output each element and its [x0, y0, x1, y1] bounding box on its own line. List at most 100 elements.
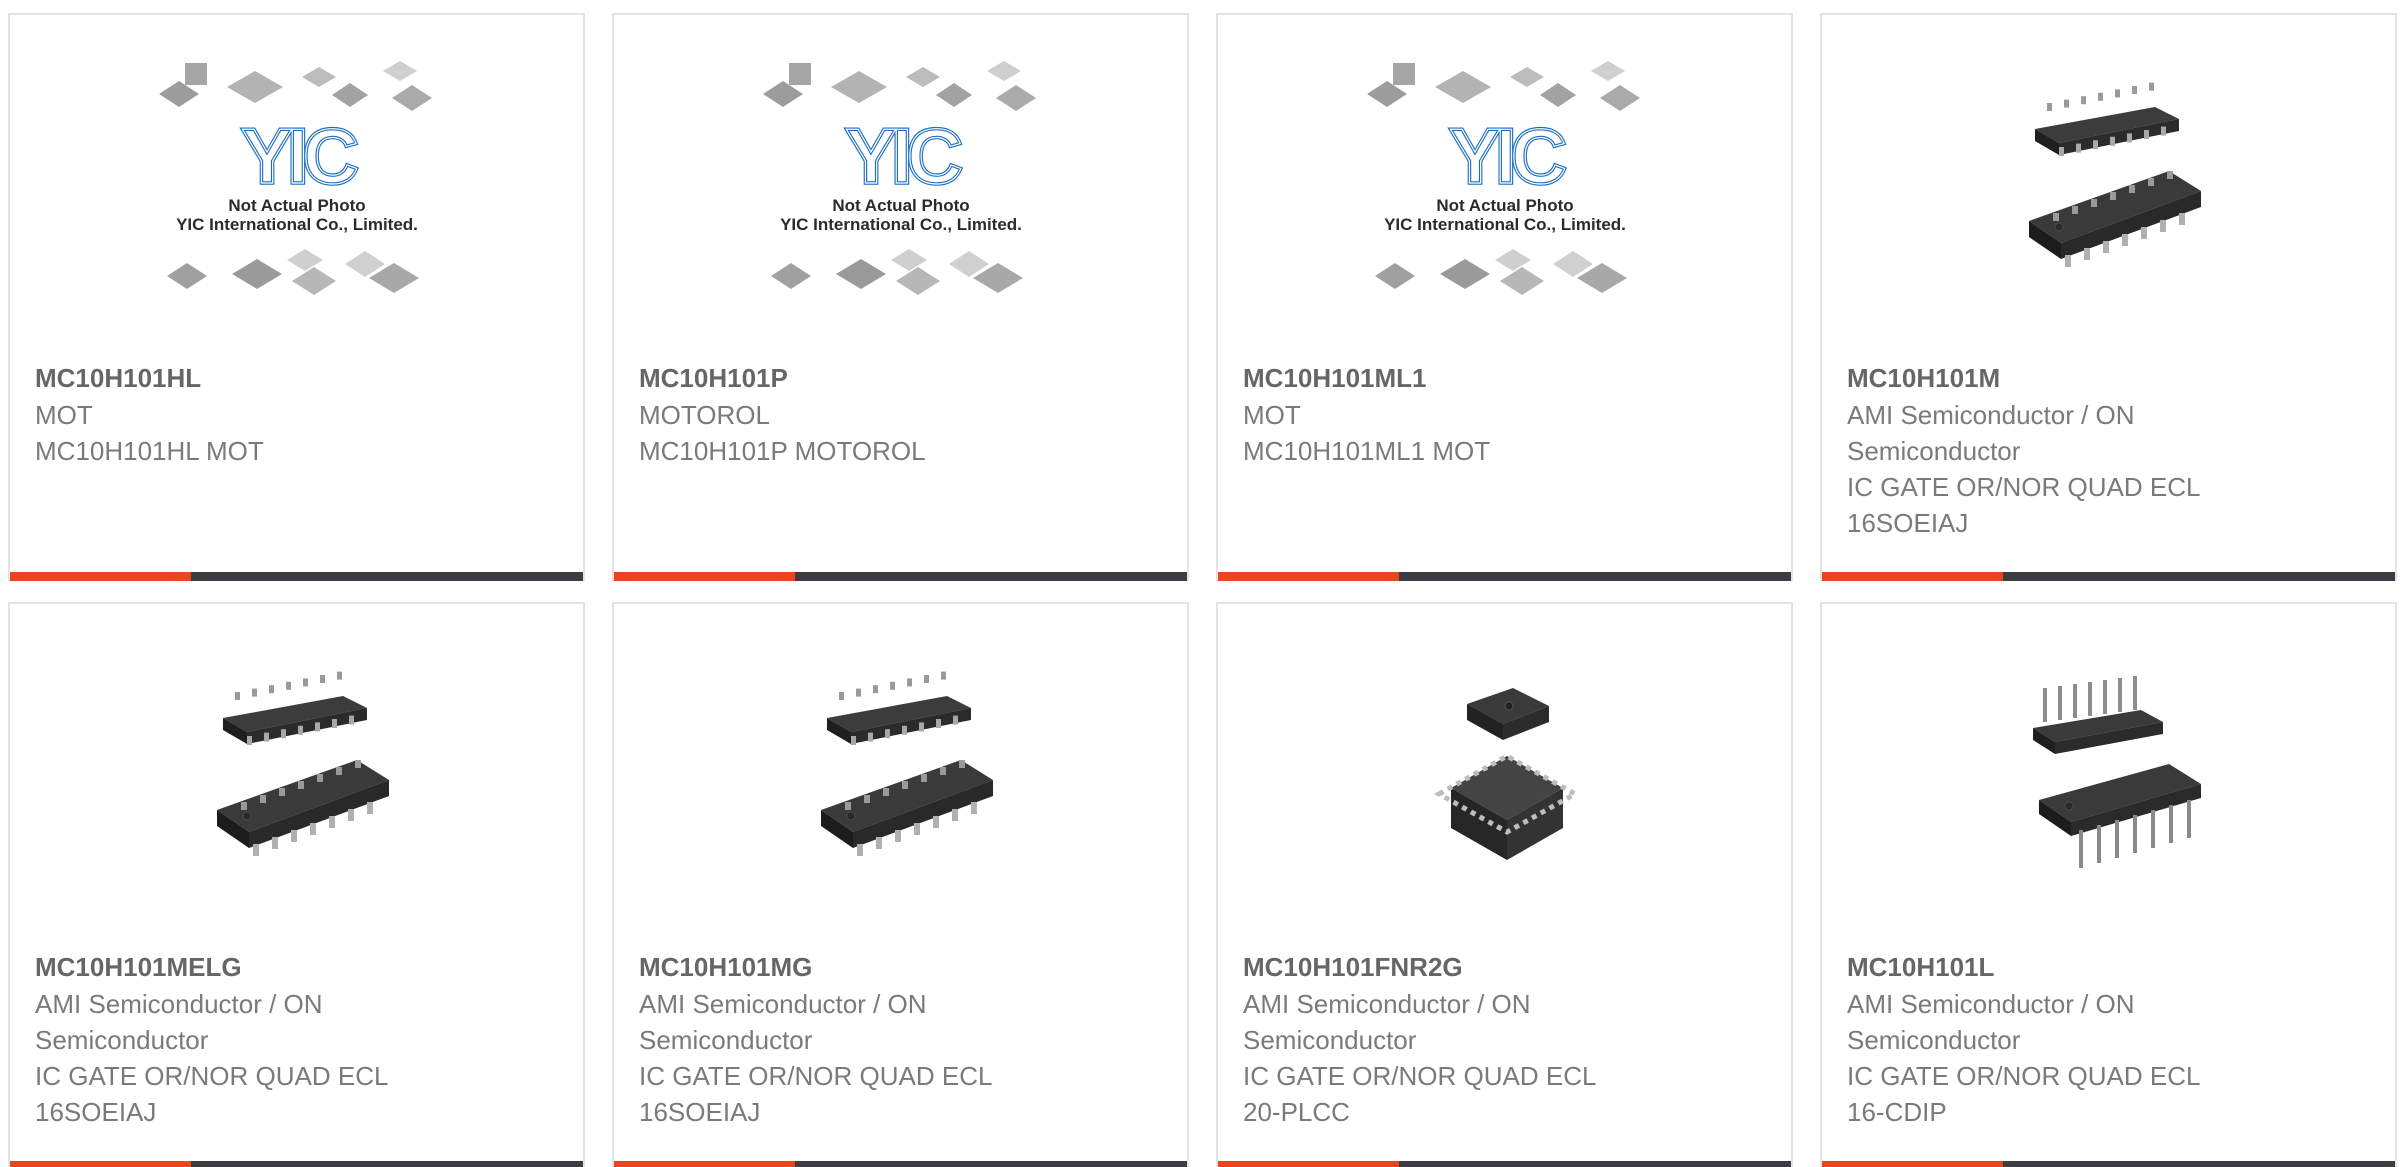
accent-bar-orange	[10, 1161, 191, 1167]
description-text: IC GATE OR/NOR QUAD ECL	[1847, 472, 2201, 502]
product-card[interactable]: MC10H101MELG AMI Semiconductor / ON Semico…	[8, 602, 585, 1167]
part-number-link[interactable]: MC10H101M	[1847, 359, 2375, 397]
description-text: IC GATE OR/NOR QUAD ECL	[35, 1061, 389, 1091]
description-text: 16SOEIAJ	[35, 1097, 157, 1127]
product-image[interactable]	[1218, 670, 1791, 940]
accent-bar-orange	[1218, 1161, 1399, 1167]
accent-bar-dark	[191, 572, 583, 581]
manufacturer-text: AMI Semiconductor / ON	[639, 989, 927, 1019]
accent-bar-orange	[10, 572, 191, 581]
description-text: MC10H101P MOTOROL	[639, 436, 926, 466]
accent-bar-orange	[1822, 1161, 2003, 1167]
part-number-link[interactable]: MC10H101HL	[35, 359, 563, 397]
product-image[interactable]	[1822, 81, 2395, 351]
description-text: IC GATE OR/NOR QUAD ECL	[639, 1061, 993, 1091]
card-accent-bar	[1822, 572, 2395, 581]
description-text: 16SOEIAJ	[1847, 508, 1969, 538]
description-text: Semiconductor	[1243, 1025, 1417, 1055]
manufacturer-text: MOTOROL	[639, 400, 770, 430]
product-image-placeholder[interactable]: YIC YIC Not Actual Photo YIC International …	[1218, 53, 1791, 323]
part-number-link[interactable]: MC10H101MG	[639, 948, 1167, 986]
description-text: Semiconductor	[1847, 1025, 2021, 1055]
card-accent-bar	[10, 1161, 583, 1167]
svg-text:YIC: YIC	[844, 112, 961, 200]
description-text: MC10H101HL MOT	[35, 436, 264, 466]
product-info: MC10H101FNR2G AMI Semiconductor / ON Semic…	[1243, 948, 1771, 1130]
accent-bar-orange	[1218, 572, 1399, 581]
accent-bar-dark	[191, 1161, 583, 1167]
product-card[interactable]: MC10H101M AMI Semiconductor / ON Semicondu…	[1820, 13, 2397, 581]
description-text: 16SOEIAJ	[639, 1097, 761, 1127]
svg-text:YIC International Co., Limited: YIC International Co., Limited.	[780, 215, 1022, 234]
product-info: MC10H101MG AMI Semiconductor / ON Semicond…	[639, 948, 1167, 1130]
description-text: MC10H101ML1 MOT	[1243, 436, 1491, 466]
plcc-chip-icon	[1433, 688, 1580, 860]
manufacturer-text: MOT	[35, 400, 93, 430]
accent-bar-dark	[2003, 572, 2395, 581]
accent-bar-orange	[614, 1161, 795, 1167]
product-image-placeholder[interactable]: YIC YIC Not Actual Photo YIC International …	[10, 53, 583, 323]
yic-logo-placeholder-icon: YICYICNot Actual PhotoYIC International …	[1366, 61, 1640, 295]
part-number-link[interactable]: MC10H101L	[1847, 948, 2375, 986]
yic-logo-placeholder-icon: YICYICNot Actual PhotoYIC International …	[762, 61, 1036, 295]
manufacturer-text: AMI Semiconductor / ON	[1243, 989, 1531, 1019]
product-info: MC10H101ML1 MOT MC10H101ML1 MOT	[1243, 359, 1771, 469]
card-accent-bar	[1822, 1161, 2395, 1167]
product-card[interactable]: MC10H101FNR2G AMI Semiconductor / ON Semic…	[1216, 602, 1793, 1167]
product-image-placeholder[interactable]: YIC YIC Not Actual Photo YIC International …	[614, 53, 1187, 323]
manufacturer-text: AMI Semiconductor / ON	[1847, 989, 2135, 1019]
product-image[interactable]	[614, 670, 1187, 940]
description-text: 16-CDIP	[1847, 1097, 1947, 1127]
description-text: Semiconductor	[35, 1025, 209, 1055]
accent-bar-orange	[1822, 572, 2003, 581]
accent-bar-dark	[1399, 572, 1791, 581]
product-info: MC10H101L AMI Semiconductor / ON Semicondu…	[1847, 948, 2375, 1130]
product-info: MC10H101HL MOT MC10H101HL MOT	[35, 359, 563, 469]
card-accent-bar	[10, 572, 583, 581]
part-number-link[interactable]: MC10H101FNR2G	[1243, 948, 1771, 986]
svg-text:YIC: YIC	[240, 112, 357, 200]
product-card[interactable]: MC10H101MG AMI Semiconductor / ON Semicond…	[612, 602, 1189, 1167]
product-info: MC10H101M AMI Semiconductor / ON Semicondu…	[1847, 359, 2375, 541]
description-text: IC GATE OR/NOR QUAD ECL	[1243, 1061, 1597, 1091]
product-grid: YIC YIC Not Actual Photo YIC International …	[0, 0, 2400, 1167]
product-card[interactable]: YIC YIC Not Actual Photo YIC International …	[1216, 13, 1793, 581]
svg-text:YIC: YIC	[1448, 112, 1565, 200]
card-accent-bar	[1218, 1161, 1791, 1167]
accent-bar-dark	[2003, 1161, 2395, 1167]
part-number-link[interactable]: MC10H101ML1	[1243, 359, 1771, 397]
soic-chip-icon	[216, 671, 389, 856]
manufacturer-text: AMI Semiconductor / ON	[35, 989, 323, 1019]
manufacturer-text: MOT	[1243, 400, 1301, 430]
card-accent-bar	[1218, 572, 1791, 581]
product-card[interactable]: YIC YIC Not Actual Photo YIC International …	[8, 13, 585, 581]
accent-bar-dark	[1399, 1161, 1791, 1167]
dip-chip-icon	[2032, 676, 2201, 868]
svg-text:Not Actual Photo: Not Actual Photo	[832, 196, 969, 215]
svg-text:Not Actual Photo: Not Actual Photo	[1436, 196, 1573, 215]
svg-text:YIC International Co., Limited: YIC International Co., Limited.	[176, 215, 418, 234]
yic-logo-placeholder-icon: YICYICNot Actual PhotoYIC International …	[158, 61, 432, 295]
description-text: 20-PLCC	[1243, 1097, 1350, 1127]
accent-bar-orange	[614, 572, 795, 581]
soic-chip-icon	[2028, 82, 2201, 267]
part-number-link[interactable]: MC10H101MELG	[35, 948, 563, 986]
part-number-link[interactable]: MC10H101P	[639, 359, 1167, 397]
card-accent-bar	[614, 1161, 1187, 1167]
product-info: MC10H101MELG AMI Semiconductor / ON Semico…	[35, 948, 563, 1130]
product-image[interactable]	[10, 670, 583, 940]
description-text: Semiconductor	[1847, 436, 2021, 466]
card-accent-bar	[614, 572, 1187, 581]
product-card[interactable]: MC10H101L AMI Semiconductor / ON Semicondu…	[1820, 602, 2397, 1167]
soic-chip-icon	[820, 671, 993, 856]
svg-text:Not Actual Photo: Not Actual Photo	[228, 196, 365, 215]
product-info: MC10H101P MOTOROL MC10H101P MOTOROL	[639, 359, 1167, 469]
product-card[interactable]: YIC YIC Not Actual Photo YIC International …	[612, 13, 1189, 581]
description-text: IC GATE OR/NOR QUAD ECL	[1847, 1061, 2201, 1091]
accent-bar-dark	[795, 1161, 1187, 1167]
svg-text:YIC International Co., Limited: YIC International Co., Limited.	[1384, 215, 1626, 234]
accent-bar-dark	[795, 572, 1187, 581]
product-image[interactable]	[1822, 670, 2395, 940]
manufacturer-text: AMI Semiconductor / ON	[1847, 400, 2135, 430]
description-text: Semiconductor	[639, 1025, 813, 1055]
